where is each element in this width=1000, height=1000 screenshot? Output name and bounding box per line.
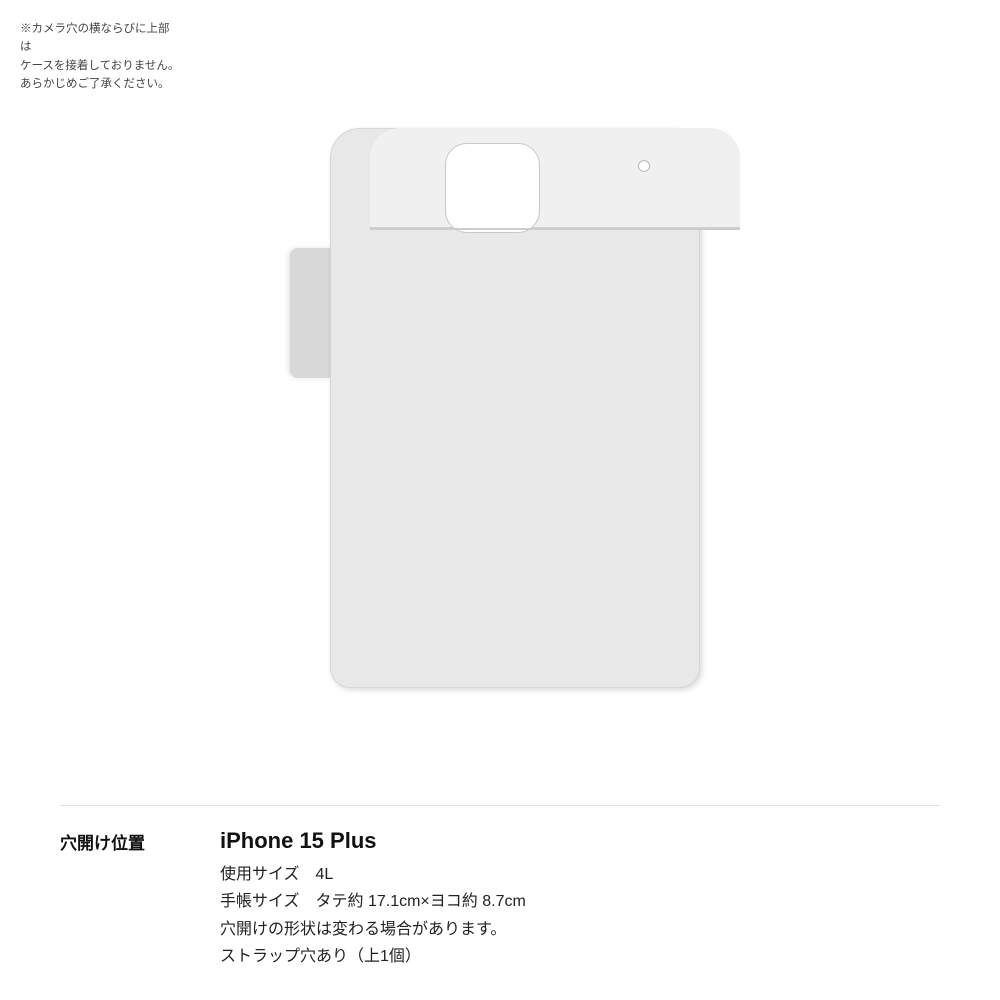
device-name: iPhone 15 Plus (220, 826, 940, 857)
strap-hole (638, 160, 650, 172)
info-row-dimensions: 手帳サイズ タテ約 17.1cm×ヨコ約 8.7cm (220, 888, 940, 915)
case-illustration (290, 128, 710, 688)
case-image-area: ※カメラ穴の横ならびに上部は ケースを接着しておりません。 あらかじめご了承くだ… (0, 0, 1000, 805)
info-row-shape-note: 穴開けの形状は変わる場合があります。 (220, 916, 940, 943)
case-main-body (330, 128, 700, 688)
info-label: 穴開け位置 (60, 826, 220, 857)
info-label-column: 穴開け位置 (60, 826, 220, 970)
note-line3: あらかじめご了承ください。 (20, 78, 170, 90)
camera-cutout (445, 143, 540, 233)
note-line2: ケースを接着しておりません。 (20, 60, 179, 72)
page-container: ※カメラ穴の横ならびに上部は ケースを接着しておりません。 あらかじめご了承くだ… (0, 0, 1000, 1000)
note-line1: ※カメラ穴の横ならびに上部は (20, 23, 170, 53)
info-area: 穴開け位置 iPhone 15 Plus 使用サイズ 4L 手帳サイズ タテ約 … (0, 806, 1000, 1000)
info-row-size: 使用サイズ 4L (220, 861, 940, 888)
camera-note: ※カメラ穴の横ならびに上部は ケースを接着しておりません。 あらかじめご了承くだ… (20, 20, 180, 94)
info-content-column: iPhone 15 Plus 使用サイズ 4L 手帳サイズ タテ約 17.1cm… (220, 826, 940, 970)
case-top-flap (370, 128, 740, 228)
info-row-strap: ストラップ穴あり（上1個） (220, 943, 940, 970)
case-fold-divider (370, 228, 740, 230)
